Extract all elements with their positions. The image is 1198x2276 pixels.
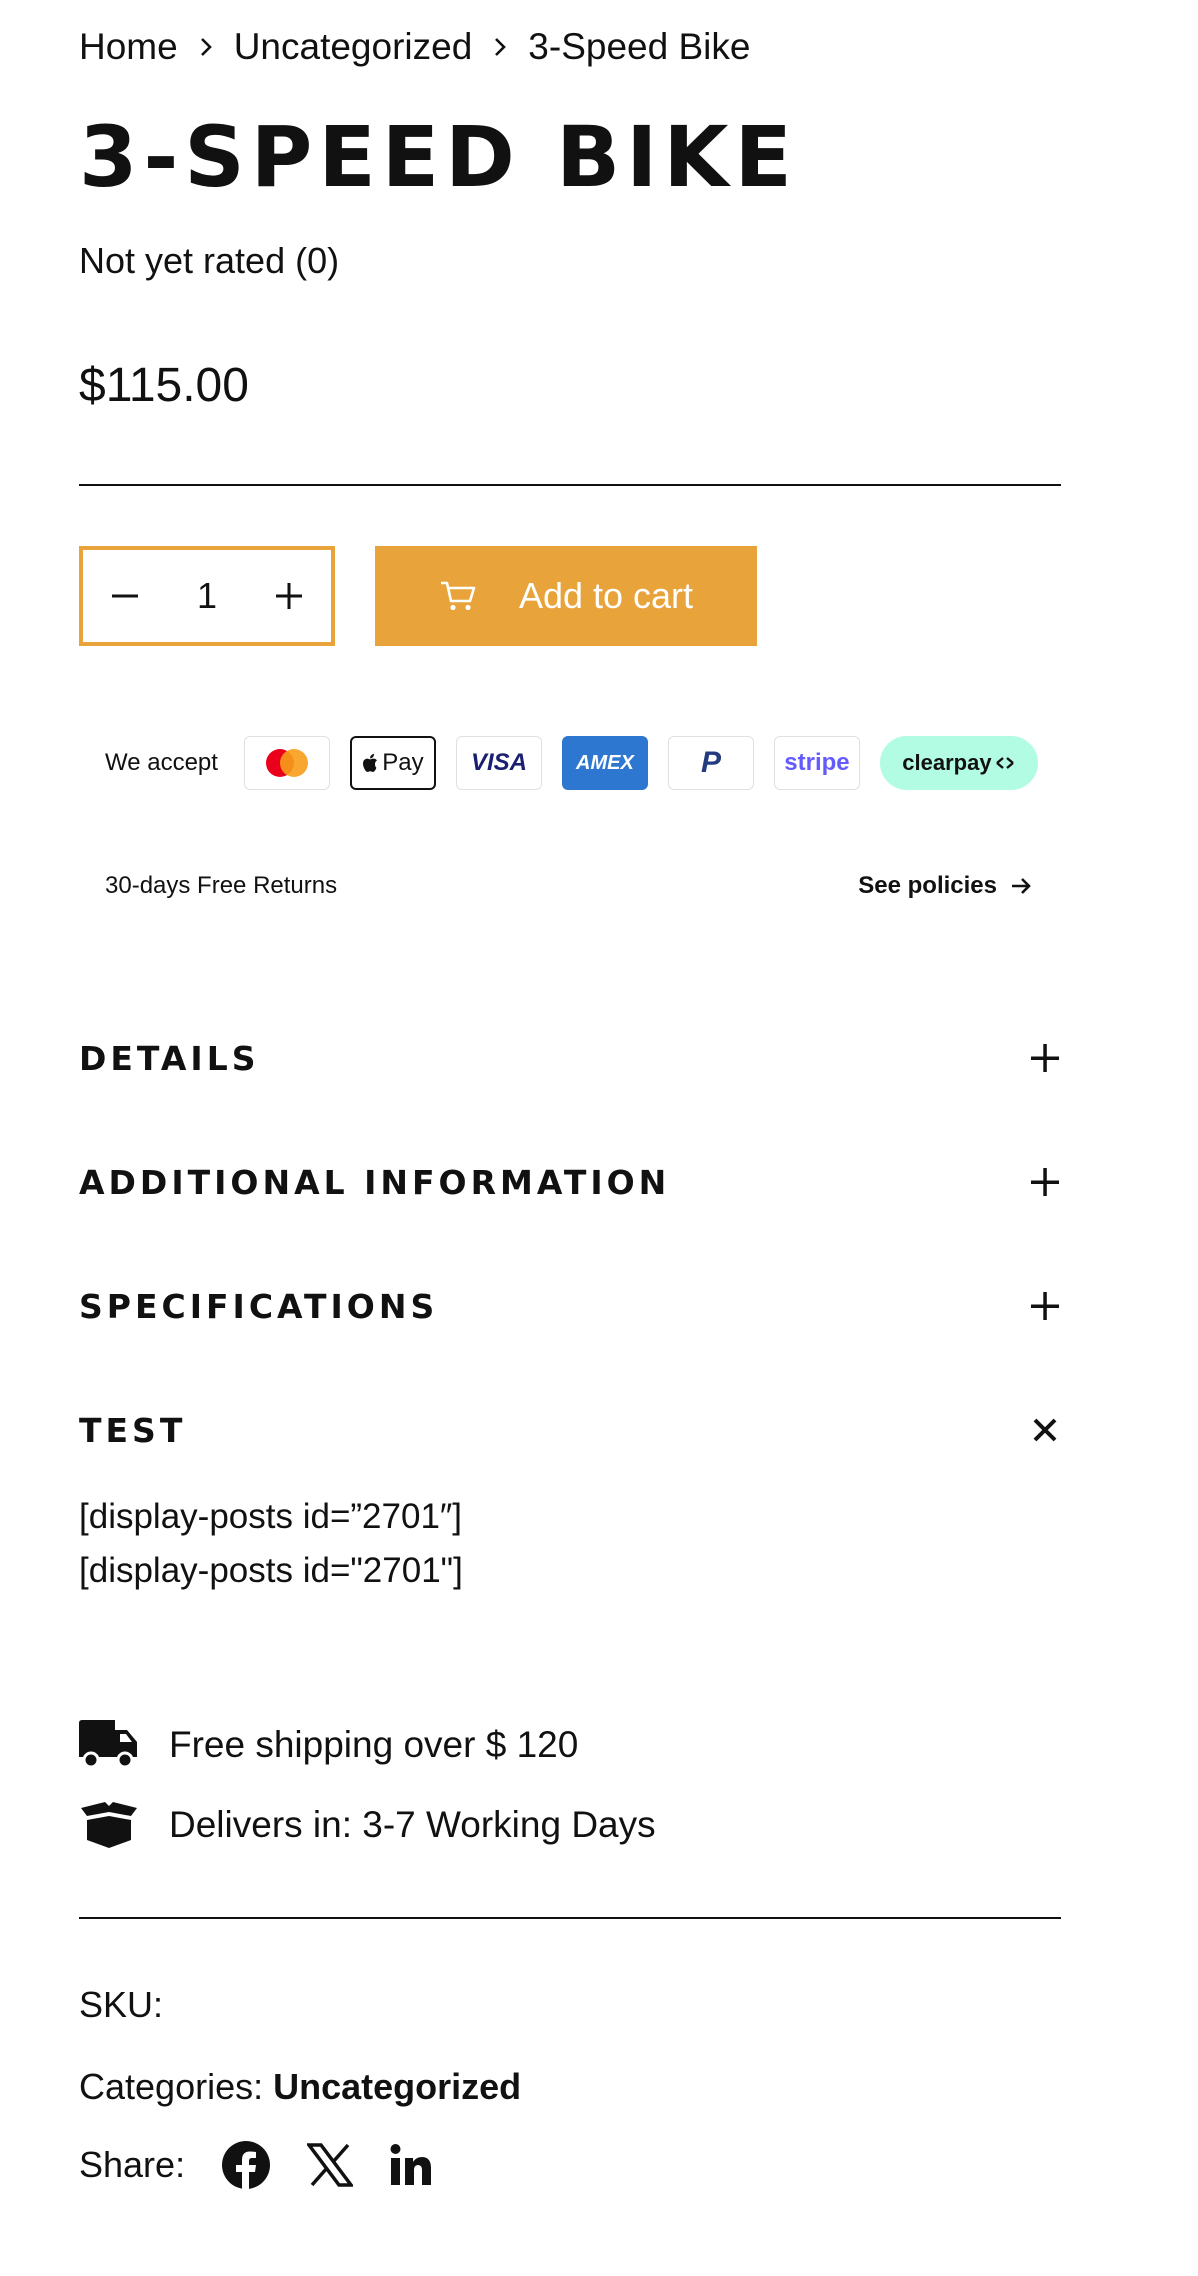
visa-icon: VISA bbox=[455, 736, 542, 790]
share-row: Share: bbox=[79, 2140, 433, 2190]
accordion-details[interactable]: Details bbox=[79, 1028, 1061, 1088]
close-icon bbox=[1033, 1418, 1057, 1442]
content-line: [display-posts id=”2701″] bbox=[79, 1497, 463, 1536]
share-label: Share: bbox=[79, 2144, 186, 2185]
quantity-input[interactable]: 1 bbox=[197, 575, 217, 617]
box-icon bbox=[81, 1802, 137, 1848]
plus-icon bbox=[1031, 1168, 1059, 1196]
accordion-test[interactable]: Test bbox=[79, 1400, 1061, 1460]
accordion-additional-information[interactable]: Additional information bbox=[79, 1152, 1061, 1212]
returns-text: 30-days Free Returns bbox=[105, 872, 338, 899]
accordion-title: Specifications bbox=[79, 1286, 439, 1326]
increment-button[interactable] bbox=[247, 550, 331, 642]
returns-row: 30-days Free Returns See policies bbox=[105, 872, 1035, 900]
divider bbox=[79, 1917, 1061, 1919]
divider bbox=[79, 484, 1061, 486]
breadcrumb: Home Uncategorized 3-Speed Bike bbox=[79, 22, 750, 72]
product-title: 3-Speed Bike bbox=[79, 108, 798, 206]
amex-icon: AMEX bbox=[561, 736, 648, 790]
categories-row: Categories: Uncategorized bbox=[79, 2066, 521, 2108]
delivery-text: Delivers in: 3-7 Working Days bbox=[169, 1804, 656, 1845]
breadcrumb-home[interactable]: Home bbox=[79, 26, 178, 68]
apple-pay-icon: Pay bbox=[349, 736, 436, 790]
accordion-title: Additional information bbox=[79, 1162, 671, 1202]
chevron-right-icon bbox=[472, 36, 528, 58]
stripe-icon: stripe bbox=[773, 736, 860, 790]
accordion-title: Test bbox=[79, 1410, 187, 1450]
add-to-cart-button[interactable]: Add to cart bbox=[375, 546, 757, 646]
see-policies-link[interactable]: See policies bbox=[858, 872, 1035, 900]
plus-icon bbox=[1031, 1292, 1059, 1320]
shipping-text: Free shipping over $ 120 bbox=[169, 1724, 579, 1765]
breadcrumb-current: 3-Speed Bike bbox=[528, 26, 751, 67]
breadcrumb-category[interactable]: Uncategorized bbox=[234, 26, 473, 68]
sku-row: SKU: bbox=[79, 1984, 163, 2026]
cart-icon bbox=[440, 581, 476, 611]
clearpay-icon: clearpay bbox=[879, 736, 1038, 790]
sku-label: SKU: bbox=[79, 1984, 164, 2025]
facebook-icon[interactable] bbox=[221, 2140, 271, 2190]
product-price: $115.00 bbox=[79, 359, 249, 412]
accordion-specifications[interactable]: Specifications bbox=[79, 1276, 1061, 1336]
mastercard-icon bbox=[243, 736, 330, 790]
content-line: [display-posts id="2701"] bbox=[79, 1551, 463, 1590]
accordion-title: Details bbox=[79, 1038, 260, 1078]
categories-label: Categories: bbox=[79, 2066, 264, 2107]
paypal-icon: P bbox=[667, 736, 754, 790]
x-twitter-icon[interactable] bbox=[307, 2143, 354, 2187]
we-accept-label: We accept bbox=[105, 749, 218, 776]
quantity-stepper: 1 bbox=[79, 546, 335, 646]
add-to-cart-label: Add to cart bbox=[518, 575, 694, 616]
decrement-button[interactable] bbox=[83, 550, 167, 642]
delivery-feature: Delivers in: 3-7 Working Days bbox=[79, 1802, 656, 1848]
truck-icon bbox=[79, 1720, 137, 1769]
rating-text: Not yet rated (0) bbox=[79, 240, 340, 281]
chevron-right-icon bbox=[178, 36, 234, 58]
category-link[interactable]: Uncategorized bbox=[273, 2066, 521, 2107]
linkedin-icon[interactable] bbox=[389, 2143, 433, 2187]
plus-icon bbox=[1031, 1044, 1059, 1072]
arrow-right-icon bbox=[1012, 878, 1031, 894]
payment-methods: We accept Pay VISA AMEX P stripe clearpa… bbox=[105, 736, 1038, 790]
shipping-feature: Free shipping over $ 120 bbox=[79, 1720, 578, 1770]
accordion-test-content: [display-posts id=”2701″] [display-posts… bbox=[79, 1490, 463, 1598]
